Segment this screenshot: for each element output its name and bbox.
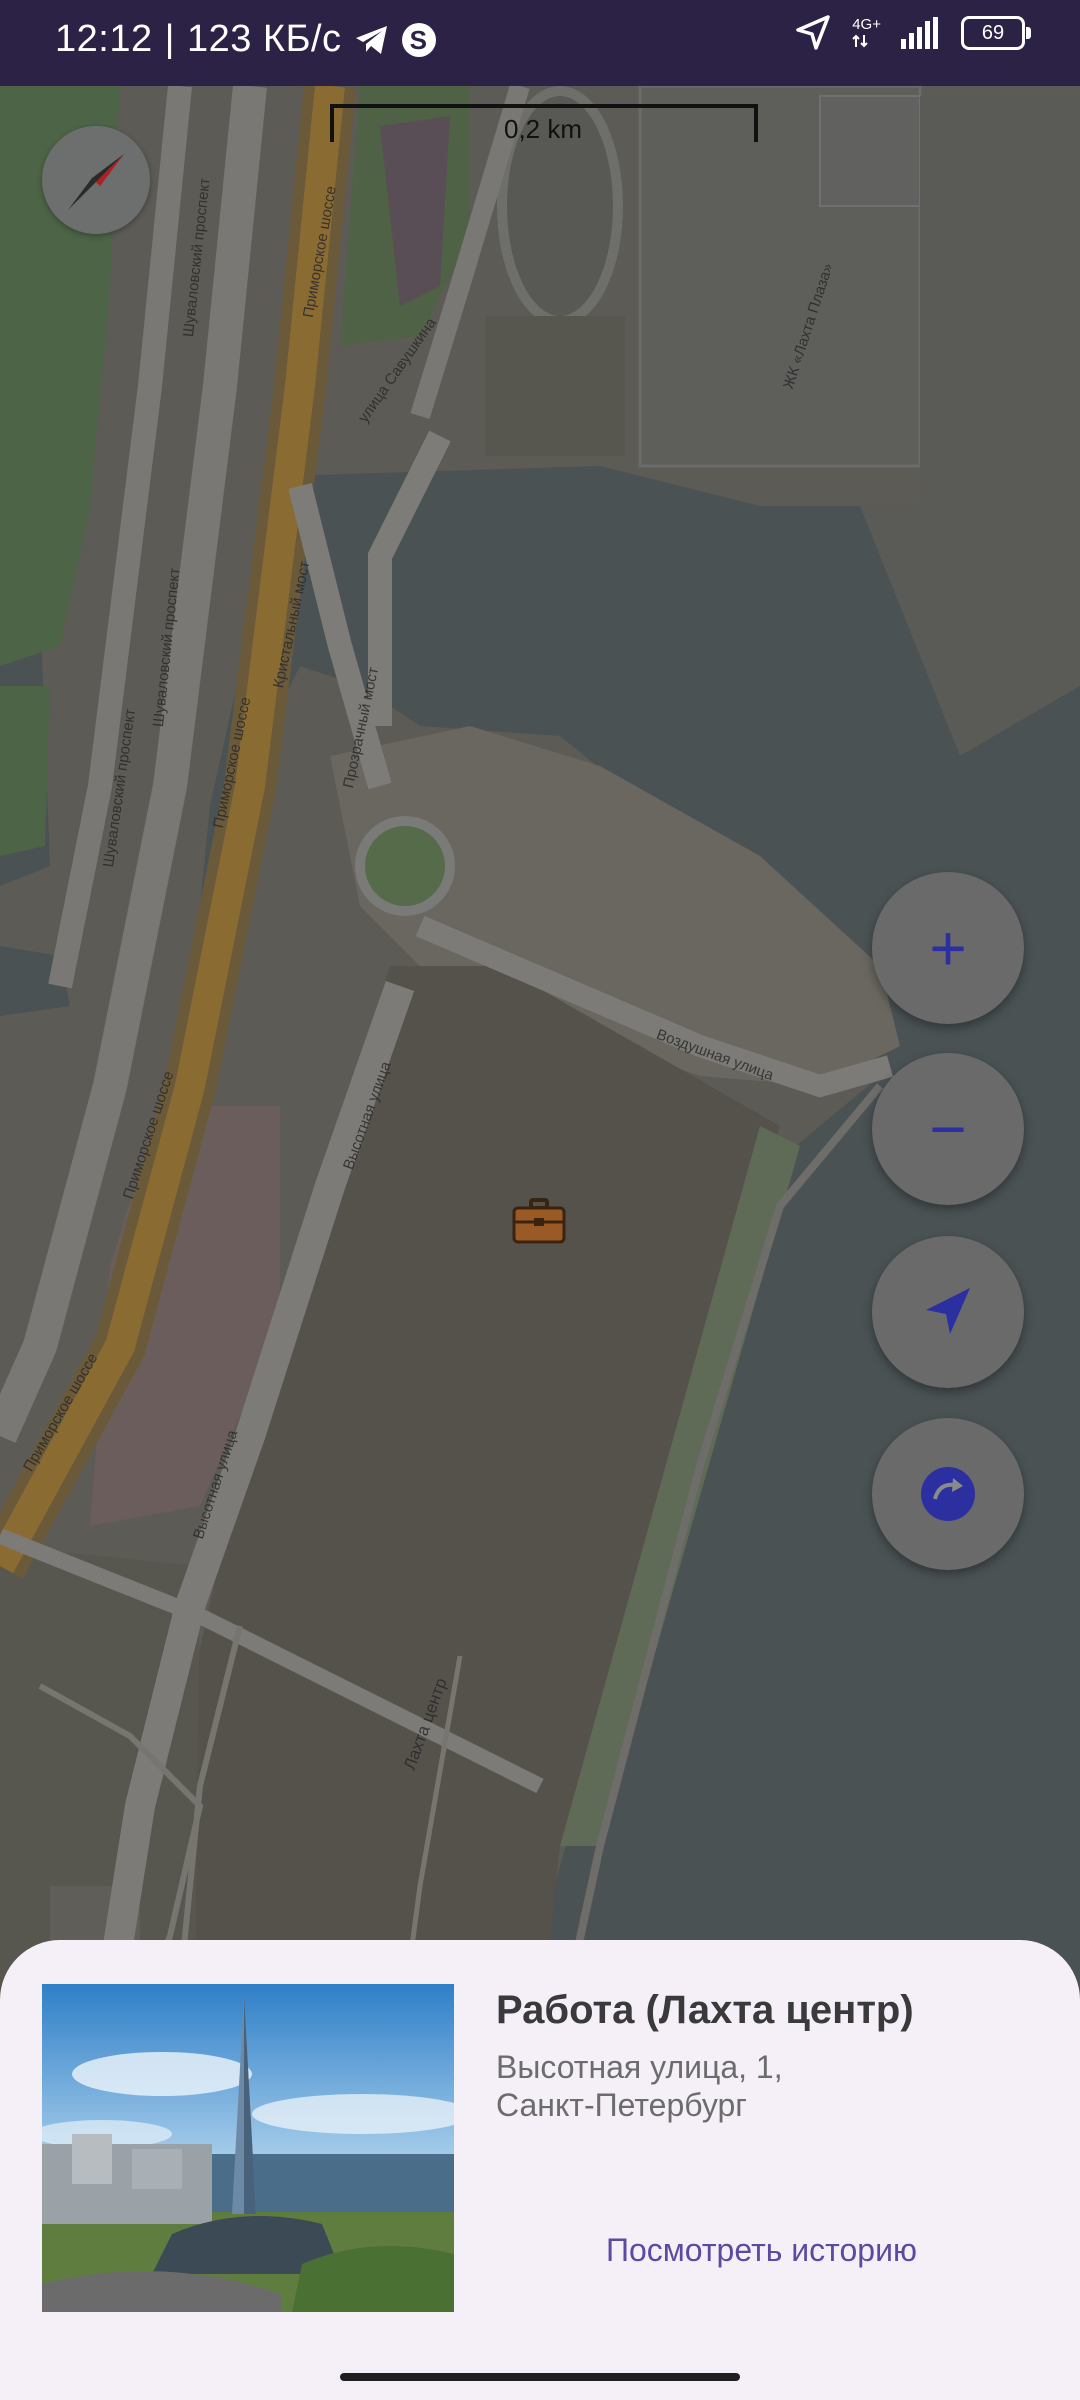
battery-icon: 69 — [961, 16, 1031, 50]
status-bar: 12:12 | 123 КБ/с S 4G+ 69 — [0, 0, 1080, 86]
minus-icon: − — [929, 1093, 967, 1165]
plus-icon: + — [929, 912, 967, 984]
status-right: 4G+ 69 — [794, 14, 1031, 52]
clock: 12:12 — [55, 18, 153, 60]
zoom-out-button[interactable]: − — [872, 1053, 1024, 1205]
address-line-city: Санкт-Петербург — [496, 2087, 747, 2123]
work-briefcase-marker-icon[interactable] — [512, 1198, 566, 1244]
zoom-in-button[interactable]: + — [872, 872, 1024, 1024]
location-arrow-icon — [796, 15, 830, 50]
rotate-button[interactable] — [872, 1418, 1024, 1570]
network-type: 4G+ — [852, 17, 881, 49]
view-history-link[interactable]: Посмотреть историю — [606, 2232, 917, 2269]
navigation-arrow-icon — [926, 1288, 970, 1334]
status-left: 12:12 | 123 КБ/с S — [55, 18, 436, 61]
address-line-street: Высотная улица, 1, — [496, 2049, 783, 2085]
compass-button[interactable] — [42, 126, 150, 234]
telegram-icon — [355, 25, 387, 54]
data-arrows-icon — [852, 34, 868, 48]
battery-level: 69 — [981, 22, 1005, 44]
compass-icon — [68, 154, 124, 210]
home-indicator[interactable] — [340, 2373, 740, 2381]
map-scale-bar: 0,2 km — [330, 104, 758, 144]
map-scale-label: 0,2 km — [504, 114, 583, 144]
my-location-button[interactable] — [872, 1236, 1024, 1388]
place-address: Высотная улица, 1, Санкт-Петербург — [496, 2048, 1016, 2124]
place-photo — [42, 1984, 454, 2312]
network-speed: 123 КБ/с — [186, 18, 342, 60]
rotate-icon — [921, 1467, 975, 1521]
place-bottom-sheet[interactable]: Работа (Лахта центр) Высотная улица, 1, … — [0, 1940, 1080, 2400]
separator: | — [164, 18, 175, 60]
skype-icon: S — [401, 22, 436, 57]
place-title: Работа (Лахта центр) — [496, 1988, 914, 2032]
signal-icon — [901, 17, 938, 49]
